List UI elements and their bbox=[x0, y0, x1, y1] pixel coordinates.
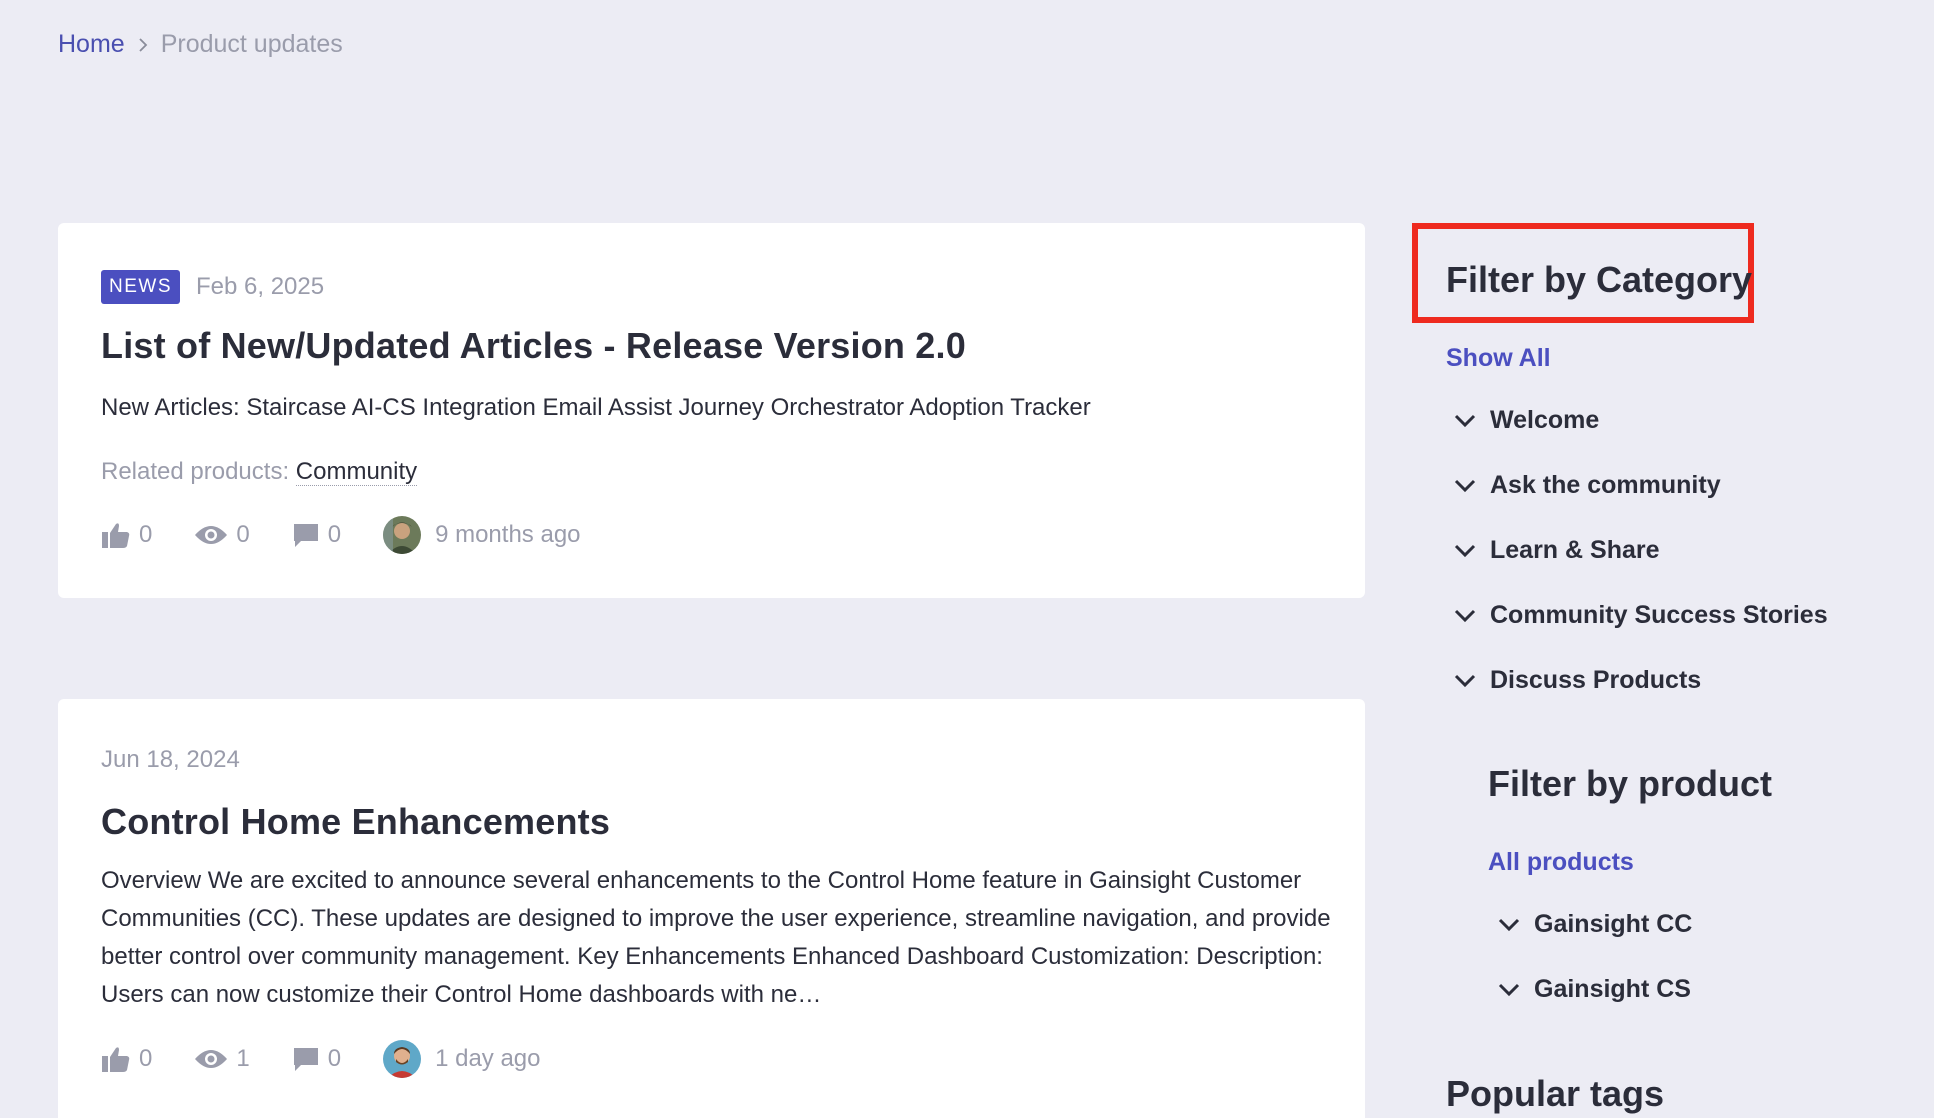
product-item-gainsight-cc[interactable]: Gainsight CC bbox=[1498, 910, 1692, 939]
filter-category-title: Filter by Category bbox=[1446, 259, 1753, 300]
post-meta: Jun 18, 2024 bbox=[101, 746, 240, 774]
likes-count: 0 bbox=[139, 1045, 153, 1072]
thumbs-up-icon bbox=[101, 1045, 131, 1073]
post-meta: NEWS Feb 6, 2025 bbox=[101, 270, 324, 304]
category-item-community-success-stories[interactable]: Community Success Stories bbox=[1454, 601, 1828, 630]
eye-icon bbox=[194, 523, 228, 547]
show-all-link[interactable]: Show All bbox=[1446, 344, 1551, 373]
comments-stat[interactable]: 0 bbox=[292, 521, 341, 549]
category-item-welcome[interactable]: Welcome bbox=[1454, 406, 1599, 435]
product-label: Gainsight CS bbox=[1534, 975, 1691, 1003]
avatar[interactable] bbox=[383, 1040, 422, 1078]
chevron-down-icon bbox=[1498, 910, 1520, 939]
chevron-down-icon bbox=[1454, 666, 1476, 695]
product-item-gainsight-cs[interactable]: Gainsight CS bbox=[1498, 975, 1691, 1004]
breadcrumb: Home Product updates bbox=[58, 30, 343, 59]
comments-stat[interactable]: 0 bbox=[292, 1045, 341, 1073]
product-label: Gainsight CC bbox=[1534, 910, 1693, 938]
news-badge: NEWS bbox=[101, 270, 180, 304]
popular-tags-title: Popular tags bbox=[1446, 1073, 1665, 1114]
post-author: 1 day ago bbox=[383, 1040, 541, 1078]
post-time: 1 day ago bbox=[435, 1045, 541, 1072]
likes-stat[interactable]: 0 bbox=[101, 1045, 152, 1073]
chevron-right-icon bbox=[137, 37, 149, 53]
avatar[interactable] bbox=[383, 516, 422, 554]
category-label: Ask the community bbox=[1490, 471, 1721, 499]
comment-icon bbox=[292, 522, 320, 548]
chevron-down-icon bbox=[1454, 471, 1476, 500]
chevron-down-icon bbox=[1454, 601, 1476, 630]
all-products-link[interactable]: All products bbox=[1488, 848, 1634, 877]
filter-product-title: Filter by product bbox=[1488, 763, 1773, 804]
post-title[interactable]: List of New/Updated Articles - Release V… bbox=[101, 325, 966, 367]
post-date: Feb 6, 2025 bbox=[196, 273, 325, 300]
breadcrumb-home-link[interactable]: Home bbox=[58, 30, 125, 59]
post-time: 9 months ago bbox=[435, 521, 581, 548]
category-item-learn-share[interactable]: Learn & Share bbox=[1454, 536, 1660, 565]
comment-icon bbox=[292, 1046, 320, 1072]
category-label: Learn & Share bbox=[1490, 536, 1660, 564]
post-author: 9 months ago bbox=[383, 516, 581, 554]
category-label: Welcome bbox=[1490, 406, 1600, 434]
likes-stat[interactable]: 0 bbox=[101, 521, 152, 549]
post-excerpt: Overview We are excited to announce seve… bbox=[101, 867, 1331, 1008]
category-item-ask-the-community[interactable]: Ask the community bbox=[1454, 471, 1721, 500]
category-label: Discuss Products bbox=[1490, 666, 1702, 694]
chevron-down-icon bbox=[1454, 406, 1476, 435]
chevron-down-icon bbox=[1454, 536, 1476, 565]
comments-count: 0 bbox=[327, 1045, 342, 1072]
comments-count: 0 bbox=[327, 521, 342, 548]
related-product-link[interactable]: Community bbox=[295, 458, 418, 486]
views-stat: 1 bbox=[194, 1045, 250, 1073]
post-title[interactable]: Control Home Enhancements bbox=[101, 801, 610, 843]
post-card[interactable]: NEWS Feb 6, 2025 List of New/Updated Art… bbox=[58, 223, 1365, 598]
views-count: 0 bbox=[236, 521, 250, 548]
chevron-down-icon bbox=[1498, 975, 1520, 1004]
post-excerpt: New Articles: Staircase AI-CS Integratio… bbox=[101, 394, 1091, 421]
likes-count: 0 bbox=[139, 521, 153, 548]
views-stat: 0 bbox=[194, 521, 250, 549]
category-label: Community Success Stories bbox=[1490, 601, 1828, 629]
post-stats: 0 1 0 1 day ago bbox=[101, 1040, 541, 1078]
post-stats: 0 0 0 9 months ago bbox=[101, 516, 581, 554]
related-products-label: Related products: bbox=[101, 458, 290, 485]
related-products: Related products: Community bbox=[101, 458, 418, 486]
post-card[interactable]: Jun 18, 2024 Control Home Enhancements O… bbox=[58, 699, 1365, 1118]
category-item-discuss-products[interactable]: Discuss Products bbox=[1454, 666, 1701, 695]
thumbs-up-icon bbox=[101, 521, 131, 549]
views-count: 1 bbox=[236, 1045, 250, 1072]
breadcrumb-current: Product updates bbox=[160, 30, 343, 58]
eye-icon bbox=[194, 1047, 228, 1071]
post-date: Jun 18, 2024 bbox=[101, 746, 240, 773]
